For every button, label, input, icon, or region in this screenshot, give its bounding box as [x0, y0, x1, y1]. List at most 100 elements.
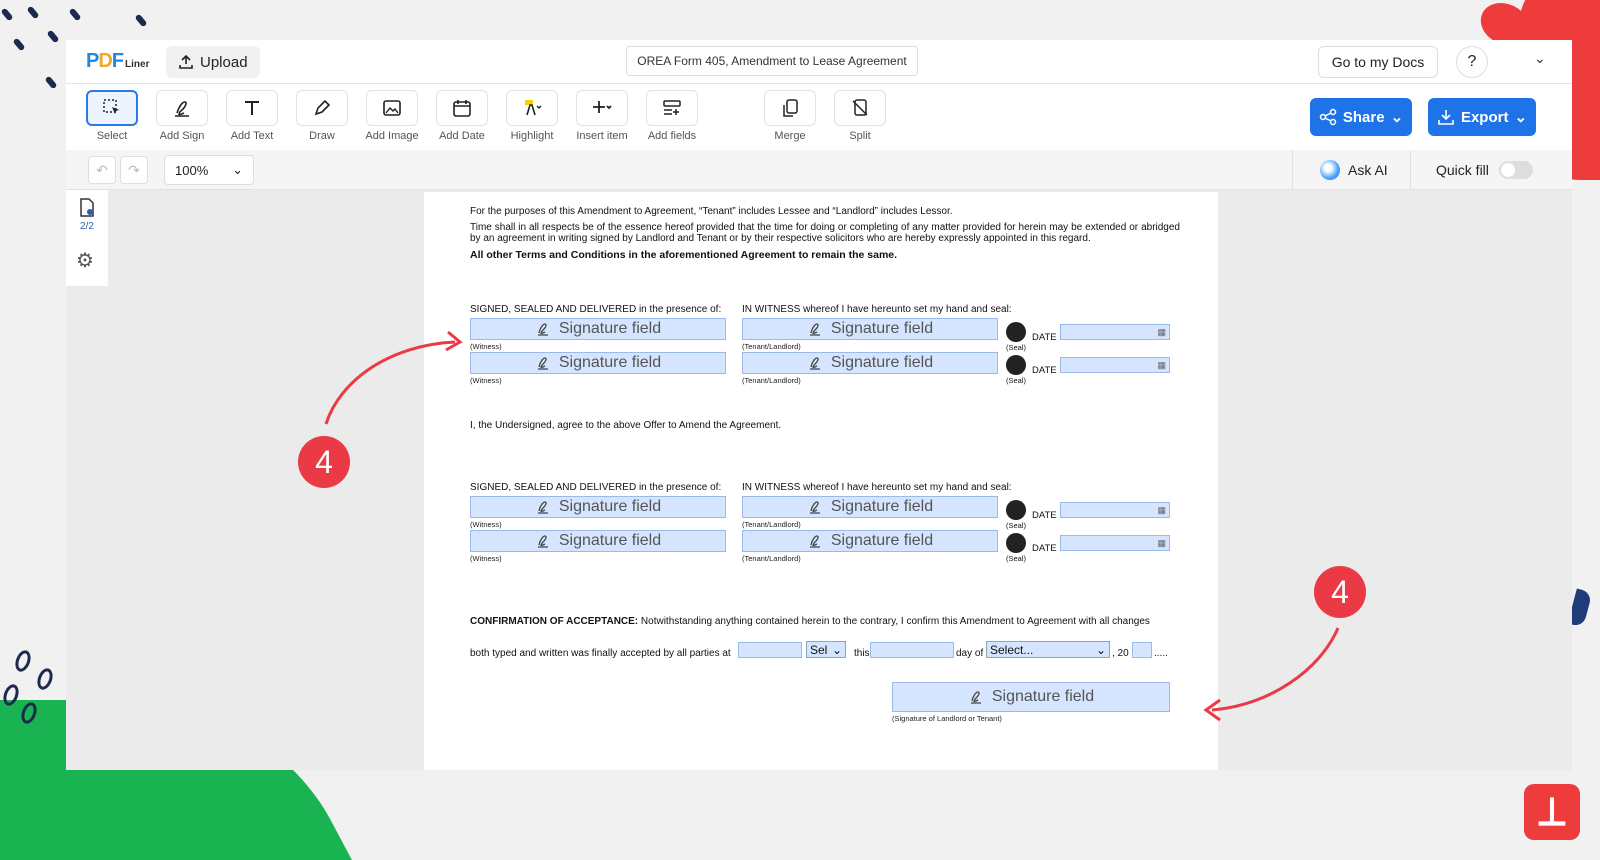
- chevron-down-icon[interactable]: ⌄: [1534, 50, 1546, 67]
- witness-signature-field[interactable]: Signature field: [470, 318, 726, 340]
- confirmation-heading: CONFIRMATION OF ACCEPTANCE:: [470, 616, 639, 627]
- decor-dash: [68, 7, 82, 22]
- gear-icon[interactable]: ⚙: [76, 248, 94, 273]
- tool-add-text[interactable]: Add Text: [222, 90, 282, 142]
- witness-signature-field[interactable]: Signature field: [470, 352, 726, 374]
- tool-label: Split: [849, 130, 871, 142]
- chevron-down-icon: ⌄: [1095, 642, 1106, 657]
- calendar-icon: [453, 100, 471, 117]
- signed-label: SIGNED, SEALED AND DELIVERED in the pres…: [470, 482, 722, 493]
- calendar-icon: ▦: [1157, 538, 1166, 548]
- year-field[interactable]: [1132, 642, 1152, 658]
- tenant-signature-field[interactable]: Signature field: [742, 318, 998, 340]
- tool-insert-item[interactable]: Insert item: [572, 90, 632, 142]
- decor-dash: [134, 13, 148, 28]
- seal-icon: [1006, 322, 1026, 342]
- redo-icon: ↷: [128, 161, 140, 178]
- download-icon: [1438, 110, 1454, 125]
- time-field[interactable]: [738, 642, 802, 658]
- export-button[interactable]: Export ⌄: [1428, 98, 1536, 136]
- decor-dash: [12, 37, 26, 52]
- date-field[interactable]: ▦: [1060, 357, 1170, 373]
- redo-button[interactable]: ↷: [120, 156, 148, 184]
- pen-sign-icon: [537, 357, 548, 370]
- decor-dash: [26, 5, 40, 20]
- ask-ai-button[interactable]: Ask AI: [1320, 156, 1388, 184]
- undo-button[interactable]: ↶: [88, 156, 116, 184]
- date-field[interactable]: ▦: [1060, 502, 1170, 518]
- seal-caption: (Seal): [1006, 343, 1027, 352]
- month-select[interactable]: Select... ⌄: [986, 641, 1110, 658]
- divider: [1292, 150, 1293, 190]
- tool-highlight[interactable]: Highlight: [502, 90, 562, 142]
- pen-sign-icon: [175, 101, 189, 117]
- decor-dash: [44, 75, 58, 90]
- pen-sign-icon: [537, 323, 548, 336]
- upload-button[interactable]: Upload: [166, 46, 260, 78]
- toolbar: Select Add Sign Add Text Draw Add Image …: [66, 84, 1572, 150]
- date-field[interactable]: ▦: [1060, 535, 1170, 551]
- highlight-icon: [525, 100, 542, 116]
- day-of-label: day of: [956, 648, 984, 659]
- split-icon: [852, 99, 868, 116]
- image-icon: [383, 100, 401, 116]
- tool-add-fields[interactable]: Add fields: [642, 90, 702, 142]
- tenant-signature-field[interactable]: Signature field: [742, 352, 998, 374]
- app-logo[interactable]: PDF Liner: [86, 50, 149, 73]
- date-field[interactable]: ▦: [1060, 324, 1170, 340]
- tool-add-image[interactable]: Add Image: [362, 90, 422, 142]
- tool-label: Add Text: [230, 130, 274, 142]
- undo-icon: ↶: [96, 161, 108, 178]
- witness-signature-field[interactable]: Signature field: [470, 496, 726, 518]
- calendar-icon: ▦: [1157, 505, 1166, 515]
- confirmation-text: CONFIRMATION OF ACCEPTANCE: Notwithstand…: [470, 616, 1190, 627]
- pen-sign-icon: [537, 535, 548, 548]
- signature-field-label: Signature field: [558, 354, 662, 371]
- date-label: DATE: [1032, 332, 1057, 343]
- tool-split[interactable]: Split: [830, 90, 890, 142]
- confirmation-body: Notwithstanding anything contained herei…: [640, 616, 1150, 627]
- signature-field-label: Signature field: [558, 498, 662, 515]
- signature-field-label: Signature field: [830, 498, 934, 515]
- pen-sign-icon: [809, 501, 820, 514]
- tool-select[interactable]: Select: [82, 90, 142, 142]
- tenant-signature-field[interactable]: Signature field: [742, 530, 998, 552]
- witness-caption: (Witness): [470, 520, 502, 529]
- seal-caption: (Seal): [1006, 521, 1027, 530]
- upload-icon: [179, 54, 193, 69]
- signature-field-label: Signature field: [558, 320, 662, 337]
- chevron-down-icon: ⌄: [831, 642, 842, 657]
- final-signature-field[interactable]: Signature field: [892, 682, 1170, 712]
- document-icon: [80, 198, 94, 217]
- seal-caption: (Seal): [1006, 554, 1027, 563]
- share-button[interactable]: Share ⌄: [1310, 98, 1412, 136]
- seal-icon: [1006, 500, 1026, 520]
- document-title[interactable]: OREA Form 405, Amendment to Lease Agreem…: [626, 46, 918, 76]
- help-button[interactable]: ?: [1456, 46, 1488, 78]
- ai-orb-icon: [1320, 160, 1340, 180]
- top-bar: PDF Liner Upload OREA Form 405, Amendment…: [66, 40, 1572, 84]
- select-icon: [103, 99, 119, 114]
- chevron-down-icon: ⌄: [232, 162, 243, 177]
- am-pm-select[interactable]: Sel ⌄: [806, 641, 846, 658]
- pen-sign-icon: [809, 357, 820, 370]
- day-field[interactable]: [870, 642, 954, 658]
- tenant-caption: (Tenant/Landlord): [742, 376, 801, 385]
- ask-ai-label: Ask AI: [1348, 162, 1388, 178]
- go-to-docs-button[interactable]: Go to my Docs: [1318, 46, 1438, 78]
- zoom-select[interactable]: 100% ⌄: [164, 155, 254, 185]
- quick-fill-toggle[interactable]: [1498, 161, 1533, 179]
- tenant-signature-field[interactable]: Signature field: [742, 496, 998, 518]
- tool-add-date[interactable]: Add Date: [432, 90, 492, 142]
- tool-label: Select: [96, 130, 128, 142]
- tool-add-sign[interactable]: Add Sign: [152, 90, 212, 142]
- tool-merge[interactable]: Merge: [760, 90, 820, 142]
- pages-button[interactable]: 2/2: [74, 198, 100, 232]
- calendar-icon: ▦: [1157, 327, 1166, 337]
- seal-caption: (Seal): [1006, 376, 1027, 385]
- year-suffix: .....: [1154, 648, 1168, 659]
- witness-signature-field[interactable]: Signature field: [470, 530, 726, 552]
- am-pm-value: Sel: [810, 642, 828, 657]
- tool-draw[interactable]: Draw: [292, 90, 352, 142]
- final-signature-caption: (Signature of Landlord or Tenant): [892, 714, 1002, 723]
